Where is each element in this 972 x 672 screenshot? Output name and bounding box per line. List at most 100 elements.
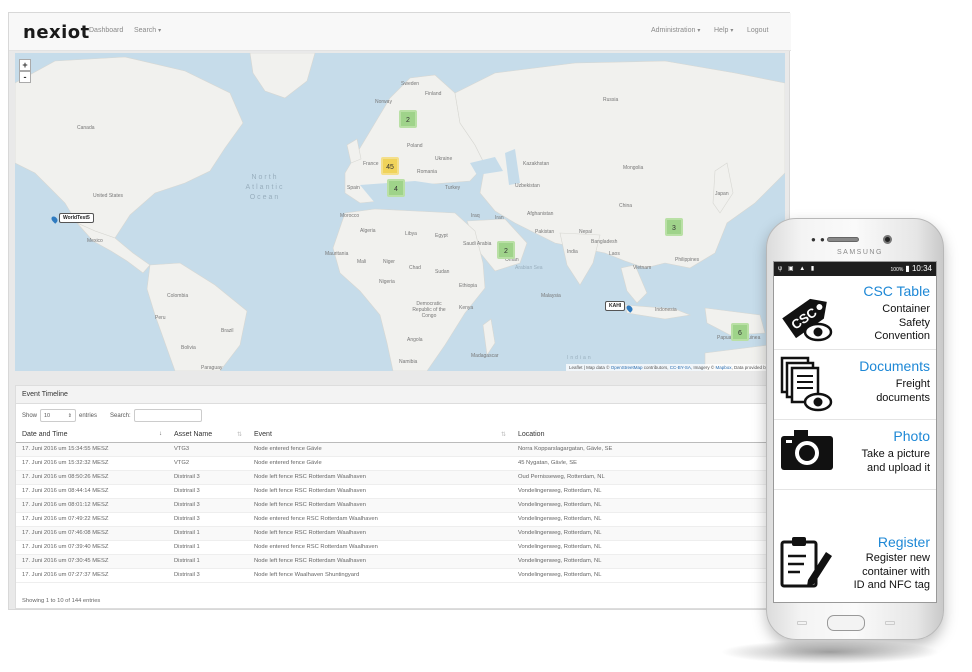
table-row[interactable]: 17. Juni 2016 um 07:27:37 MESZ Distrirail…	[16, 568, 786, 583]
earpiece-speaker	[827, 237, 859, 242]
table-row[interactable]: 17. Juni 2016 um 07:39:40 MESZ Distrirail…	[16, 540, 786, 555]
clipboard-pen-icon	[780, 537, 832, 588]
nav-logout-link[interactable]: Logout	[747, 27, 768, 34]
map-label-iraq: Iraq	[471, 213, 480, 219]
attribution-mapbox-link[interactable]: Mapbox	[715, 365, 731, 370]
attribution-osm-link[interactable]: OpenStreetMap	[611, 365, 643, 370]
menu-item-register[interactable]: Register Register new container with ID …	[774, 532, 936, 602]
back-key[interactable]	[885, 621, 895, 625]
cell-event: Node entered fence RSC Rotterdam Waalhav…	[248, 540, 512, 555]
entries-value: 10	[44, 413, 51, 419]
cell-location: Vondelingenweg, Rotterdam, NL	[512, 512, 786, 527]
front-camera	[883, 235, 892, 244]
marker-label-kahi[interactable]: KAHI	[605, 301, 626, 311]
cell-location: Vondelingenweg, Rotterdam, NL	[512, 540, 786, 555]
map-cluster-china[interactable]: 3	[665, 218, 683, 236]
entries-per-page-select[interactable]: 10 ⇕	[40, 409, 76, 422]
phone-shadow	[720, 640, 940, 664]
menu-desc-line: and upload it	[867, 461, 930, 474]
map-label-nepal: Nepal	[579, 229, 593, 235]
map-label-ukraine: Ukraine	[435, 156, 453, 162]
table-row[interactable]: 17. Juni 2016 um 07:49:22 MESZ Distrirail…	[16, 512, 786, 527]
table-search-input[interactable]	[134, 409, 202, 422]
table-row[interactable]: 17. Juni 2016 um 08:44:14 MESZ Distrirail…	[16, 484, 786, 499]
map-label-sweden: Sweden	[401, 81, 420, 87]
column-header-location[interactable]: Location⇅	[512, 428, 786, 443]
map-cluster-scandinavia[interactable]: 2	[399, 110, 417, 128]
ocean-label-atlantic: North Atlantic Ocean	[237, 173, 293, 203]
phone-brand: SAMSUNG	[837, 249, 883, 256]
column-header-label: Location	[518, 431, 545, 439]
table-row[interactable]: 17. Juni 2016 um 08:01:12 MESZ Distrirail…	[16, 498, 786, 513]
cell-date: 17. Juni 2016 um 07:39:40 MESZ	[16, 540, 168, 555]
column-header-asset[interactable]: Asset Name ⇅	[168, 428, 248, 443]
status-right: 100% ▮ 10:34	[891, 264, 932, 273]
cell-location: Oud Pernisseweg, Rotterdam, NL	[512, 470, 786, 485]
nav-administration-label: Administration	[651, 27, 696, 34]
menu-item-documents[interactable]: Documents Freight documents	[774, 350, 936, 420]
cell-event: Node entered fence Gävle	[248, 456, 512, 471]
zoom-out-button[interactable]: -	[19, 71, 31, 83]
documents-eye-icon	[780, 356, 833, 412]
map-label-mali: Mali	[357, 259, 367, 265]
home-button[interactable]	[827, 615, 865, 631]
map-cluster-new-guinea[interactable]: 6	[731, 323, 749, 341]
column-header-event[interactable]: Event ⇅	[248, 428, 512, 443]
ocean-label-line: Ocean	[249, 194, 281, 201]
column-header-date[interactable]: Date and Time ↓	[16, 428, 168, 443]
marker-label-worldtest5[interactable]: WorldTest5	[59, 213, 94, 223]
sort-both-icon: ⇅	[500, 432, 506, 438]
recent-apps-key[interactable]	[797, 621, 807, 625]
map-label-bangladesh: Bangladesh	[591, 239, 618, 245]
nav-help-label: Help	[714, 27, 729, 34]
menu-title: Documents	[859, 358, 930, 374]
nav-search-menu[interactable]: Search ▾	[134, 27, 161, 34]
world-map[interactable]: + - Canada United States Mexico Colombia…	[15, 53, 785, 371]
map-label-philippines: Philippines	[675, 257, 700, 263]
cell-asset: Distrirail 1	[168, 526, 248, 541]
map-label-india: India	[567, 249, 578, 255]
map-label-japan: Japan	[715, 191, 729, 197]
dashboard-window: nexiot Dashboard Search ▾ Administration…	[8, 12, 791, 610]
nexiot-logo[interactable]: nexiot	[23, 22, 90, 43]
cell-date: 17. Juni 2016 um 08:44:14 MESZ	[16, 484, 168, 499]
chevron-down-icon: ▾	[158, 28, 162, 34]
map-cluster-central-europe[interactable]: 45	[381, 157, 399, 175]
menu-desc-block: Container Safety Convention	[874, 303, 930, 344]
map-label-brazil: Brazil	[221, 328, 234, 334]
table-row[interactable]: 17. Juni 2016 um 15:32:32 MESZ VTG2 Node e…	[16, 456, 786, 471]
menu-desc-block: Freight documents	[876, 378, 930, 405]
show-label: Show	[22, 413, 38, 419]
table-row[interactable]: 17. Juni 2016 um 08:50:26 MESZ Distrirail…	[16, 470, 786, 485]
chevron-down-icon: ▾	[730, 28, 734, 34]
table-row[interactable]: 17. Juni 2016 um 07:46:08 MESZ Distrirail…	[16, 526, 786, 541]
cell-date: 17. Juni 2016 um 07:46:08 MESZ	[16, 526, 168, 541]
map-label-peru: Peru	[155, 315, 166, 321]
menu-item-photo[interactable]: Photo Take a picture and upload it	[774, 420, 936, 490]
map-label-morocco: Morocco	[340, 213, 360, 219]
map-label-niger: Niger	[383, 259, 395, 265]
nav-dashboard-link[interactable]: Dashboard	[89, 27, 123, 34]
map-label-paraguay: Paraguay	[201, 365, 223, 371]
map-cluster-arabia[interactable]: 2	[497, 241, 515, 259]
attribution-cc-link[interactable]: CC-BY-SA	[670, 365, 691, 370]
menu-desc-line: Container	[882, 303, 930, 315]
table-row[interactable]: 17. Juni 2016 um 07:30:45 MESZ Distrirail…	[16, 554, 786, 569]
menu-title: Register	[877, 534, 930, 550]
map-label-drc: Democratic Republic of the Congo	[412, 301, 446, 319]
map-label-poland: Poland	[407, 143, 423, 149]
map-label-afghanistan: Afghanistan	[527, 211, 554, 217]
phone-screen: ψ ▣ ▲ ▮ 100% ▮ 10:34 CSC CSC Table Contai…	[773, 261, 937, 603]
navbar: nexiot Dashboard Search ▾ Administration…	[9, 13, 791, 51]
table-header-row: Date and Time ↓ Asset Name ⇅ Event ⇅ Locati…	[16, 428, 786, 443]
nav-help-menu[interactable]: Help ▾	[714, 27, 733, 34]
table-row[interactable]: 17. Juni 2016 um 15:34:55 MESZ VTG3 Node e…	[16, 442, 786, 457]
menu-item-csc-table[interactable]: CSC CSC Table Container Safety Conventio…	[774, 276, 936, 350]
nav-administration-menu[interactable]: Administration ▾	[651, 27, 700, 34]
map-cluster-mediterranean[interactable]: 4	[387, 179, 405, 197]
map-label-mauritania: Mauritania	[325, 251, 349, 257]
cell-location: 45 Nygatan, Gävle, SE	[512, 456, 786, 471]
attribution-prefix: Leaflet | Map data ©	[568, 365, 611, 370]
cell-event: Node left fence RSC Rotterdam Waalhaven	[248, 484, 512, 499]
zoom-in-button[interactable]: +	[19, 59, 31, 71]
